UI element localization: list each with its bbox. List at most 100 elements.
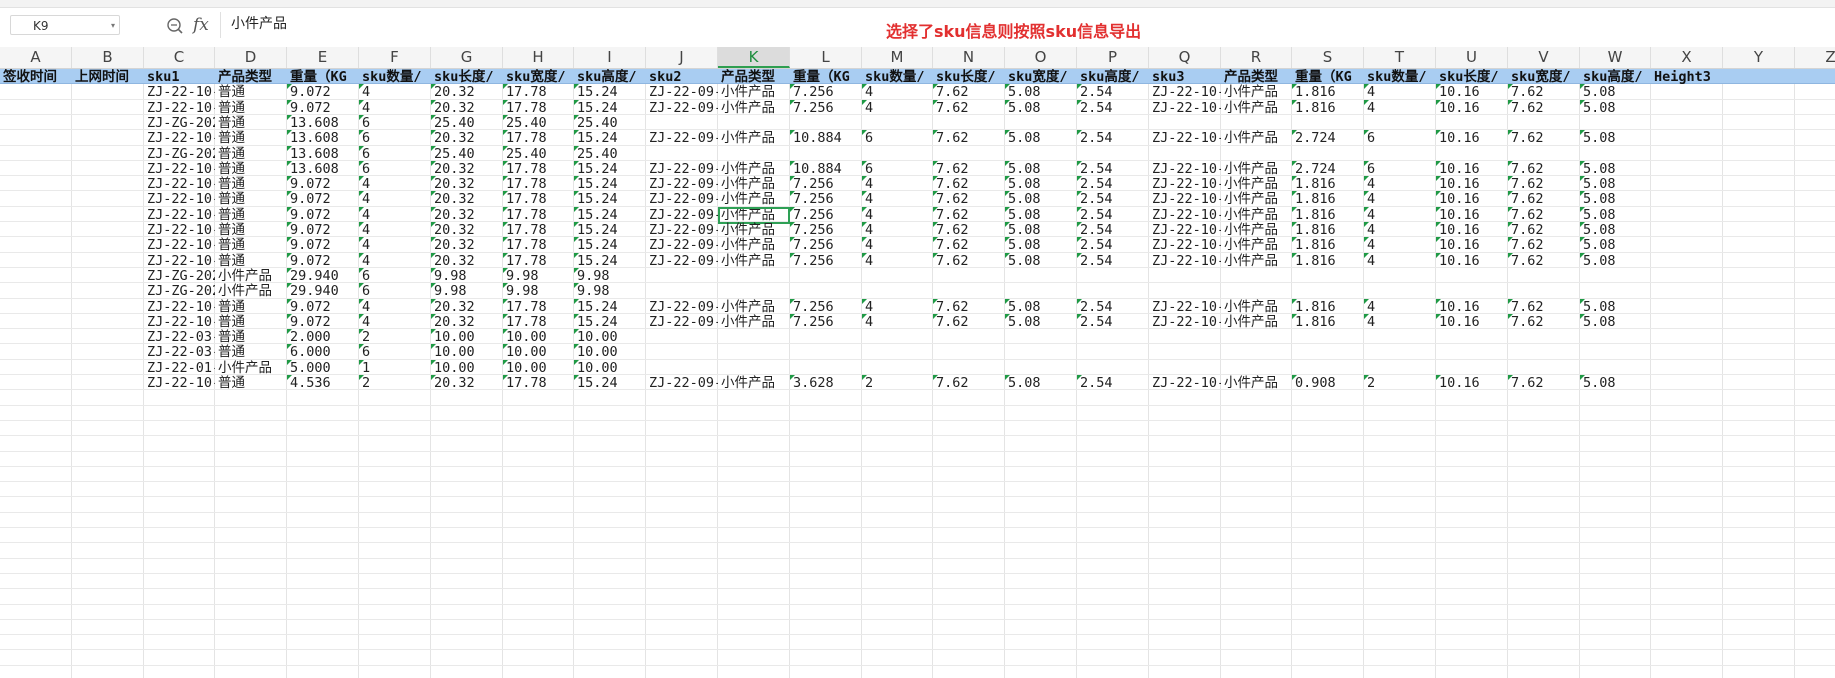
table-cell[interactable]: 7.256 (790, 84, 862, 101)
table-cell[interactable]: 小件产品 (718, 191, 790, 208)
table-cell[interactable]: 7.62 (933, 130, 1005, 147)
table-cell[interactable]: 6 (1364, 130, 1436, 147)
table-cell[interactable]: 4 (359, 191, 431, 208)
table-cell[interactable]: 2.54 (1077, 130, 1149, 147)
table-cell[interactable]: ZJ-22-10- (1149, 191, 1221, 208)
table-cell[interactable]: 1.816 (1292, 84, 1364, 101)
table-cell[interactable]: ZJ-22-10- (1149, 84, 1221, 101)
table-cell[interactable]: 小件产品 (718, 130, 790, 147)
table-cell[interactable]: 9.072 (287, 84, 359, 101)
table-cell[interactable]: 6.000 (287, 344, 359, 361)
table-cell[interactable]: 15.24 (574, 191, 646, 208)
column-header-d[interactable]: D (215, 47, 287, 68)
table-cell[interactable]: 15.24 (574, 130, 646, 147)
column-header-k[interactable]: K (718, 47, 790, 68)
table-cell[interactable]: 10.00 (574, 344, 646, 361)
table-cell[interactable]: 7.256 (790, 237, 862, 254)
column-header-z[interactable]: Z (1795, 47, 1835, 68)
table-cell[interactable]: 9.98 (574, 283, 646, 300)
table-cell[interactable]: 2.54 (1077, 191, 1149, 208)
table-cell[interactable]: 7.62 (1508, 237, 1580, 254)
table-cell[interactable]: 20.32 (431, 191, 503, 208)
table-cell[interactable]: 4 (862, 191, 933, 208)
table-cell[interactable]: 普通 (215, 84, 287, 101)
column-header-r[interactable]: R (1221, 47, 1292, 68)
table-cell[interactable]: 10.16 (1436, 84, 1508, 101)
table-cell[interactable]: 1.816 (1292, 191, 1364, 208)
table-cell[interactable]: 7.256 (790, 191, 862, 208)
table-cell[interactable]: 4 (1364, 237, 1436, 254)
table-cell[interactable]: 5.08 (1580, 237, 1651, 254)
fx-icon[interactable]: fx (193, 15, 209, 35)
table-cell[interactable]: 2.54 (1077, 84, 1149, 101)
table-cell[interactable]: 7.62 (933, 191, 1005, 208)
table-cell[interactable]: 20.32 (431, 130, 503, 147)
table-cell[interactable]: 普通 (215, 237, 287, 254)
table-cell[interactable]: 1.816 (1292, 237, 1364, 254)
column-header-t[interactable]: T (1364, 47, 1436, 68)
zoom-icon[interactable] (166, 17, 184, 35)
table-cell[interactable]: ZJ-22-10- (1149, 237, 1221, 254)
column-header-n[interactable]: N (933, 47, 1005, 68)
table-cell[interactable]: 10.16 (1436, 191, 1508, 208)
column-header-a[interactable]: A (0, 47, 72, 68)
table-cell[interactable]: 15.24 (574, 84, 646, 101)
table-cell[interactable]: ZJ-22-10- (1149, 130, 1221, 147)
column-header-i[interactable]: I (574, 47, 646, 68)
table-cell[interactable]: 4 (1364, 191, 1436, 208)
column-header-u[interactable]: U (1436, 47, 1508, 68)
table-cell[interactable]: ZJ-22-10- (144, 130, 215, 147)
column-header-l[interactable]: L (790, 47, 862, 68)
table-cell[interactable]: 17.78 (503, 84, 574, 101)
column-header-h[interactable]: H (503, 47, 574, 68)
table-cell[interactable]: 9.98 (431, 283, 503, 300)
table-cell[interactable]: 7.62 (1508, 130, 1580, 147)
table-cell[interactable]: 4 (862, 84, 933, 101)
table-cell[interactable]: 普通 (215, 130, 287, 147)
table-cell[interactable]: 5.08 (1005, 237, 1077, 254)
column-header-q[interactable]: Q (1149, 47, 1221, 68)
column-header-j[interactable]: J (646, 47, 718, 68)
table-cell[interactable]: 10.16 (1436, 237, 1508, 254)
table-cell[interactable]: ZJ-22-03- (144, 344, 215, 361)
table-cell[interactable]: 5.08 (1580, 191, 1651, 208)
table-cell[interactable]: ZJ-ZG-202 (144, 283, 215, 300)
table-cell[interactable]: 5.08 (1580, 84, 1651, 101)
table-cell[interactable]: 9.072 (287, 237, 359, 254)
sheet-grid[interactable]: 签收时间 上网时间 sku1 产品类型 重量（KG sku数量/sku长度/sku宽度/s… (0, 69, 1835, 678)
column-header-c[interactable]: C (144, 47, 215, 68)
table-cell[interactable]: 2.724 (1292, 130, 1364, 147)
table-cell[interactable]: ZJ-22-09- (646, 84, 718, 101)
column-header-y[interactable]: Y (1723, 47, 1795, 68)
table-cell[interactable]: 20.32 (431, 84, 503, 101)
table-cell[interactable]: 6 (359, 283, 431, 300)
column-header-b[interactable]: B (72, 47, 144, 68)
table-cell[interactable]: 小件产品 (1221, 130, 1292, 147)
table-cell[interactable]: ZJ-22-09- (646, 191, 718, 208)
table-cell[interactable]: ZJ-22-09- (646, 237, 718, 254)
name-box[interactable]: K9 ▾ (10, 15, 120, 35)
table-cell[interactable]: 15.24 (574, 237, 646, 254)
table-cell[interactable]: 4 (862, 237, 933, 254)
table-cell[interactable]: 6 (359, 130, 431, 147)
table-cell[interactable]: 9.072 (287, 191, 359, 208)
table-cell[interactable]: 小件产品 (718, 237, 790, 254)
table-cell[interactable]: 7.62 (933, 237, 1005, 254)
table-cell[interactable]: 7.62 (933, 84, 1005, 101)
column-header-m[interactable]: M (862, 47, 933, 68)
chevron-down-icon[interactable]: ▾ (111, 16, 115, 36)
table-cell[interactable]: 小件产品 (215, 283, 287, 300)
table-cell[interactable]: 9.98 (503, 283, 574, 300)
table-cell[interactable]: 4 (359, 84, 431, 101)
table-cell[interactable]: 2.54 (1077, 237, 1149, 254)
column-header-f[interactable]: F (359, 47, 431, 68)
table-cell[interactable]: 5.08 (1005, 130, 1077, 147)
table-cell[interactable]: 5.08 (1005, 191, 1077, 208)
table-cell[interactable]: 小件产品 (1221, 84, 1292, 101)
column-header-v[interactable]: V (1508, 47, 1580, 68)
table-cell[interactable]: ZJ-22-09- (646, 130, 718, 147)
table-cell[interactable]: 5.08 (1005, 84, 1077, 101)
table-cell[interactable]: ZJ-22-10- (144, 191, 215, 208)
column-header-g[interactable]: G (431, 47, 503, 68)
table-cell[interactable]: 6 (359, 344, 431, 361)
